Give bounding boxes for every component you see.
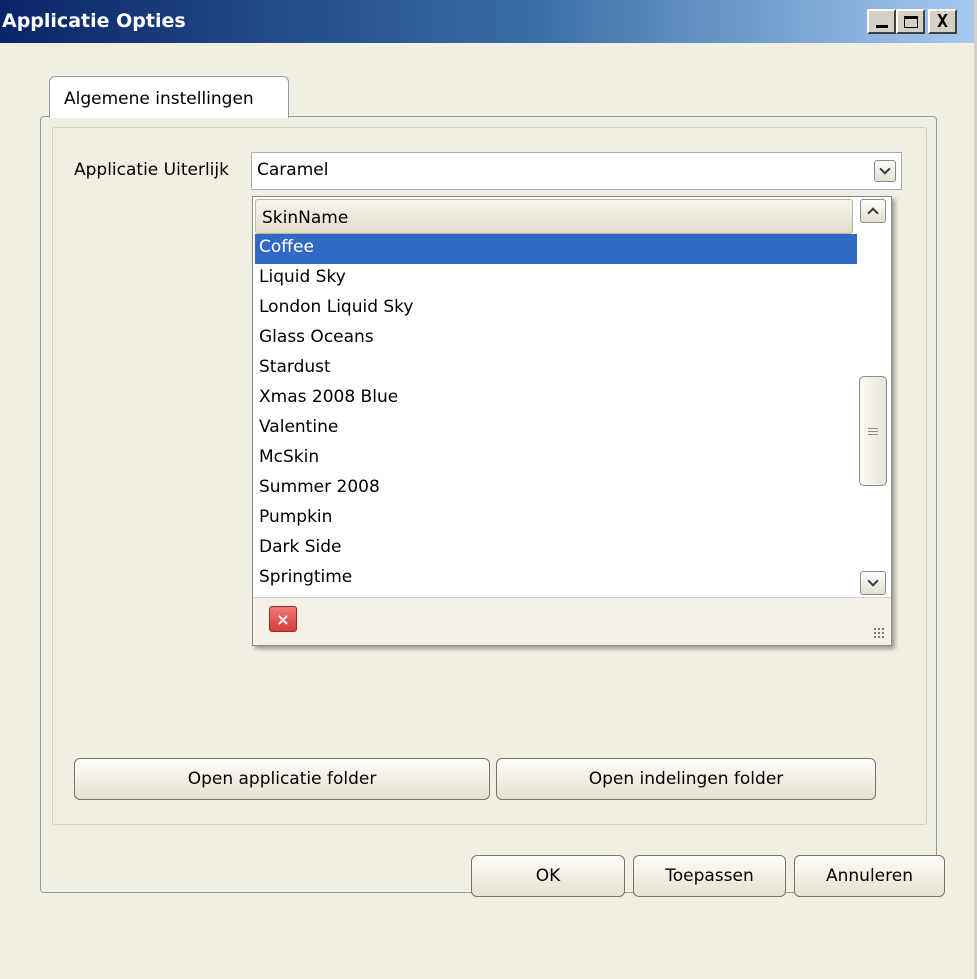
- scrollbar-thumb[interactable]: [859, 376, 887, 486]
- skin-list-item[interactable]: Coffee: [255, 234, 857, 264]
- combobox-dropdown-button[interactable]: [874, 160, 896, 182]
- skin-list-item[interactable]: Glass Oceans: [255, 324, 857, 354]
- maximize-button[interactable]: [896, 9, 925, 34]
- close-icon: X: [937, 10, 948, 32]
- skin-list-item[interactable]: Liquid Sky: [255, 264, 857, 294]
- cancel-label: Annuleren: [826, 866, 913, 886]
- open-app-folder-label: Open applicatie folder: [187, 769, 377, 789]
- apply-button[interactable]: Toepassen: [633, 855, 786, 897]
- vertical-scrollbar[interactable]: [856, 199, 890, 595]
- skin-list-item[interactable]: Stardust: [255, 354, 857, 384]
- close-button[interactable]: X: [928, 9, 957, 34]
- minimize-button[interactable]: [867, 9, 896, 34]
- skin-list-item[interactable]: Valentine: [255, 414, 857, 444]
- skin-list: Coffee Liquid Sky London Liquid Sky Glass O…: [255, 234, 857, 594]
- skin-list-item[interactable]: Springtime: [255, 564, 857, 594]
- options-window: Applicatie Opties X Algemene instellinge…: [0, 0, 977, 979]
- grip-icon: [868, 427, 878, 435]
- title-bar[interactable]: Applicatie Opties X: [0, 0, 974, 43]
- window-title: Applicatie Opties: [2, 10, 186, 32]
- appearance-combobox[interactable]: Caramel: [251, 152, 902, 190]
- scroll-down-button[interactable]: [860, 571, 886, 595]
- ok-label: OK: [535, 866, 561, 886]
- skin-list-item[interactable]: London Liquid Sky: [255, 294, 857, 324]
- resize-grip-icon[interactable]: [873, 627, 885, 639]
- clear-selection-button[interactable]: ×: [269, 606, 297, 632]
- skinname-column-header[interactable]: SkinName: [255, 199, 853, 234]
- skin-list-item[interactable]: Dark Side: [255, 534, 857, 564]
- close-icon: ×: [276, 609, 290, 629]
- skin-list-item[interactable]: Pumpkin: [255, 504, 857, 534]
- tab-general-settings[interactable]: Algemene instellingen: [49, 76, 289, 118]
- tab-label: Algemene instellingen: [64, 89, 254, 109]
- minimize-icon: [875, 25, 888, 28]
- skin-list-item[interactable]: Summer 2008: [255, 474, 857, 504]
- apply-label: Toepassen: [665, 866, 754, 886]
- appearance-selected-value: Caramel: [257, 160, 329, 180]
- skin-list-item[interactable]: Xmas 2008 Blue: [255, 384, 857, 414]
- scroll-up-button[interactable]: [860, 199, 886, 223]
- skin-list-item[interactable]: McSkin: [255, 444, 857, 474]
- skin-dropdown-popup: SkinName Coffee Liquid Sky London Liquid S…: [252, 196, 892, 646]
- open-layouts-folder-label: Open indelingen folder: [588, 769, 784, 789]
- ok-button[interactable]: OK: [471, 855, 625, 897]
- appearance-label: Applicatie Uiterlijk: [74, 160, 229, 180]
- dropdown-footer: ×: [253, 597, 891, 645]
- open-layouts-folder-button[interactable]: Open indelingen folder: [496, 758, 876, 800]
- open-app-folder-button[interactable]: Open applicatie folder: [74, 758, 490, 800]
- chevron-down-icon: [867, 575, 879, 587]
- maximize-icon: [903, 15, 918, 28]
- chevron-up-icon: [867, 207, 879, 219]
- column-header-label: SkinName: [262, 208, 349, 228]
- chevron-down-icon: [879, 163, 891, 175]
- cancel-button[interactable]: Annuleren: [794, 855, 945, 897]
